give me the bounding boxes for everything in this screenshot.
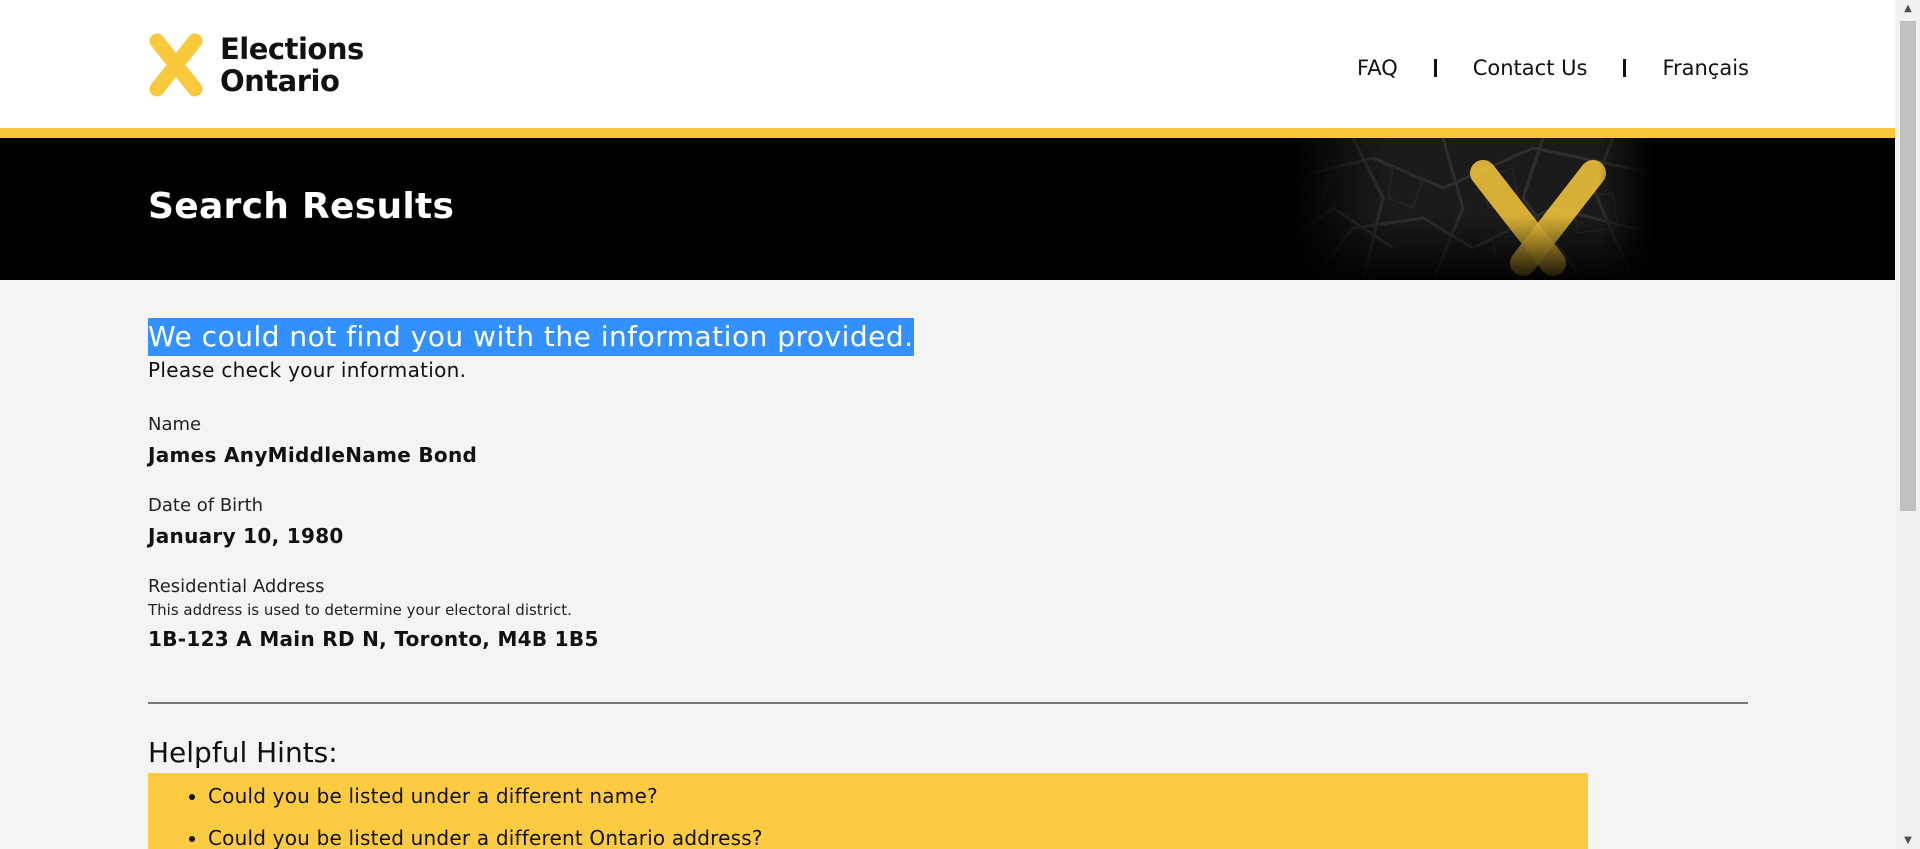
address-label: Residential Address (148, 576, 325, 597)
logo-text-line2: Ontario (220, 64, 340, 98)
address-value: 1B-123 A Main RD N, Toronto, M4B 1B5 (148, 627, 599, 651)
name-field: Name James AnyMiddleName Bond (148, 414, 1748, 467)
page: Elections Ontario FAQ Contact Us Françai… (0, 0, 1895, 849)
helpful-hints-title: Helpful Hints: (148, 736, 338, 769)
section-divider (148, 702, 1748, 704)
check-info-message: Please check your information. (148, 358, 467, 382)
page-banner: Search Results (0, 138, 1895, 280)
logo-text: Elections Ontario (220, 33, 364, 97)
page-title: Search Results (148, 186, 455, 227)
top-nav: FAQ Contact Us Français (1357, 56, 1749, 80)
hint-item: Could you be listed under a different On… (208, 825, 1588, 849)
scroll-down-arrow-icon[interactable]: ▼ (1896, 832, 1920, 849)
map-x-graphic-icon (1293, 138, 1653, 280)
helpful-hints-box: Could you be listed under a different na… (148, 773, 1588, 849)
name-value: James AnyMiddleName Bond (148, 443, 478, 467)
dob-value: January 10, 1980 (148, 524, 344, 548)
elections-ontario-logo[interactable]: Elections Ontario (148, 33, 364, 97)
name-label: Name (148, 414, 202, 435)
not-found-message: We could not find you with the informati… (148, 318, 914, 356)
scroll-up-arrow-icon[interactable]: ▲ (1896, 0, 1920, 17)
dob-label: Date of Birth (148, 495, 264, 516)
nav-faq-link[interactable]: FAQ (1357, 56, 1398, 80)
address-note: This address is used to determine your e… (148, 601, 572, 619)
scrollbar-thumb[interactable] (1900, 21, 1916, 511)
address-field: Residential Address This address is used… (148, 576, 1748, 651)
site-header: Elections Ontario FAQ Contact Us Françai… (0, 0, 1895, 138)
x-logo-icon (149, 33, 203, 97)
vertical-scrollbar[interactable]: ▲ ▼ (1896, 0, 1920, 849)
search-result-details: We could not find you with the informati… (148, 318, 1748, 651)
nav-contact-link[interactable]: Contact Us (1473, 56, 1588, 80)
hint-item: Could you be listed under a different na… (208, 783, 1588, 809)
nav-separator (1623, 59, 1627, 77)
dob-field: Date of Birth January 10, 1980 (148, 495, 1748, 548)
helpful-hints-list: Could you be listed under a different na… (148, 773, 1588, 849)
nav-separator (1433, 59, 1437, 77)
nav-french-link[interactable]: Français (1662, 56, 1749, 80)
logo-text-line1: Elections (220, 32, 364, 66)
